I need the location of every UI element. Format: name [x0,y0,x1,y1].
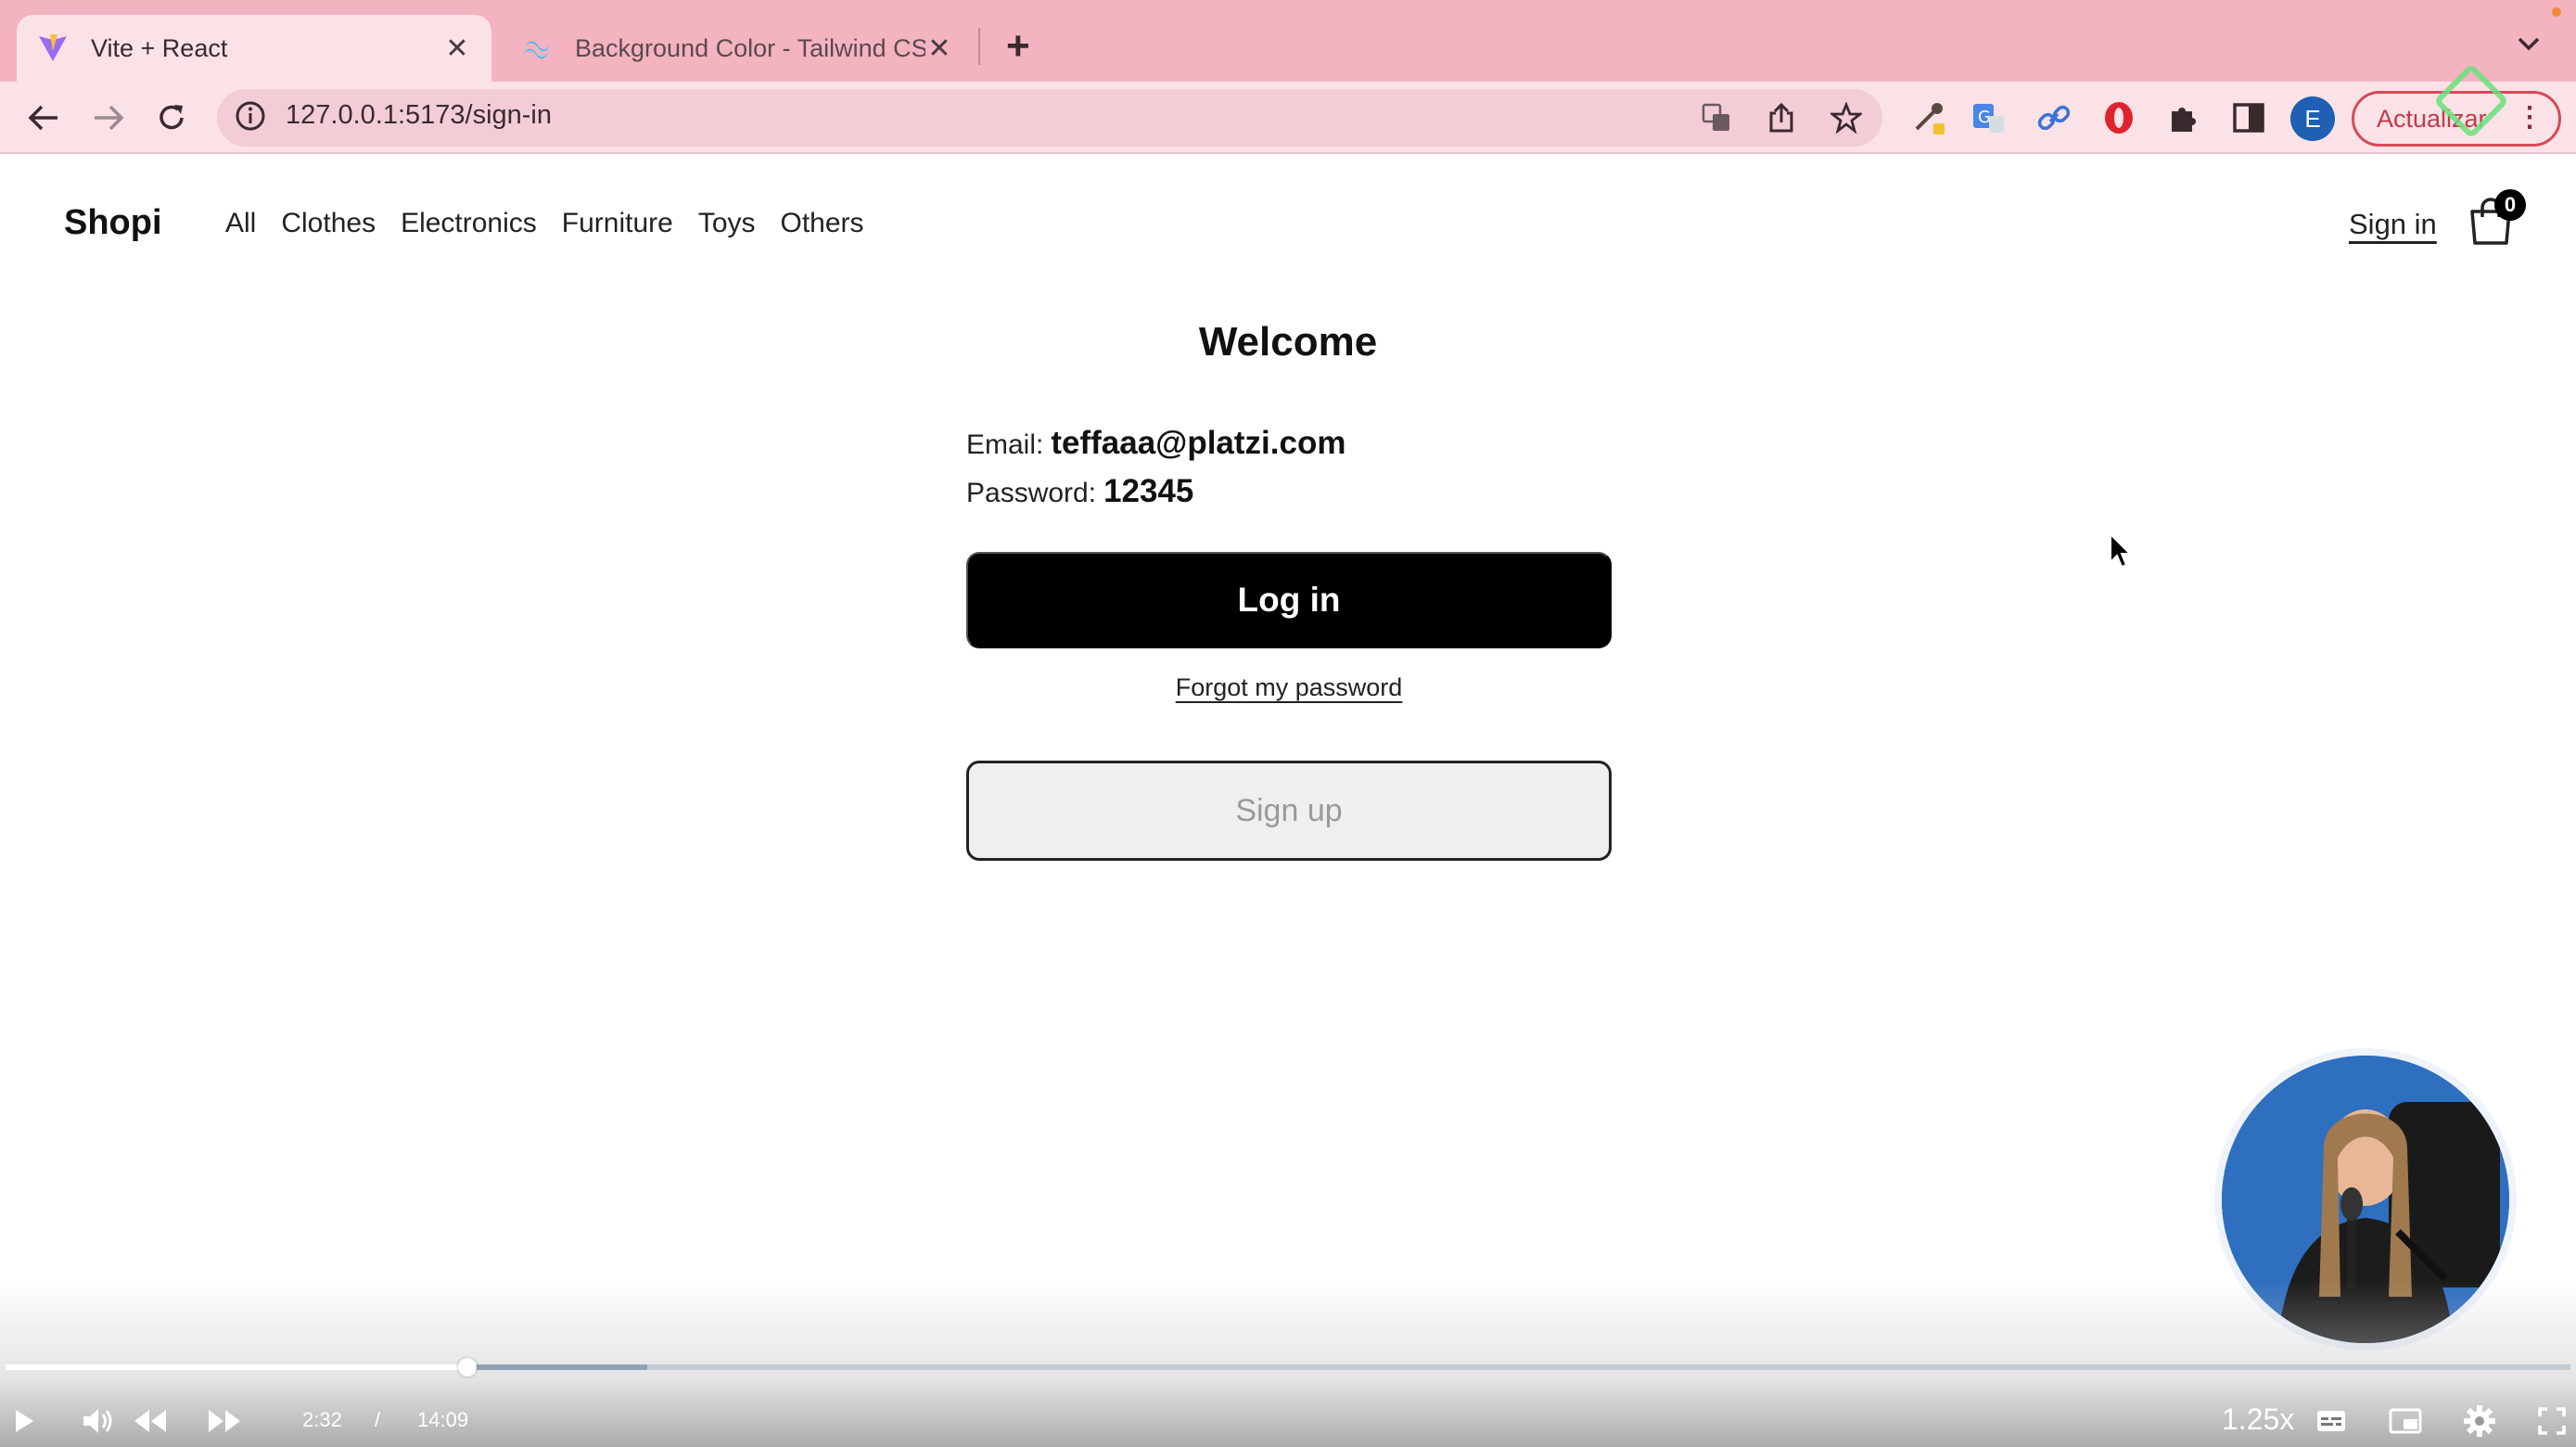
forgot-password-link[interactable]: Forgot my password [1176,673,1403,701]
back-arrow-icon[interactable] [22,96,65,139]
bookmark-star-icon[interactable] [1827,98,1866,137]
picture-in-picture-icon[interactable] [2385,1401,2426,1441]
new-tab-plus-icon[interactable]: + [1006,22,1030,70]
nav-link-others[interactable]: Others [781,208,864,239]
category-nav: All Clothes Electronics Furniture Toys O… [225,208,864,239]
mouse-cursor-icon [2109,531,2133,570]
nav-link-all[interactable]: All [225,208,256,239]
tab-search-chevron-icon[interactable] [2517,28,2541,58]
shopi-logo[interactable]: Shopi [64,203,162,243]
password-row: Password: 12345 [966,473,1193,510]
tab-title: Background Color - Tailwind CSS [575,33,925,62]
rewind-icon[interactable] [130,1401,171,1441]
link-extension-icon[interactable] [2033,96,2075,139]
password-label: Password: [966,478,1097,508]
tailwind-favicon-icon [521,32,553,64]
share-icon[interactable] [1762,98,1801,137]
tab-divider [978,28,980,65]
eyedropper-extension-icon[interactable] [1908,96,1951,139]
cart-count-badge: 0 [2494,189,2526,221]
fullscreen-icon[interactable] [2531,1401,2572,1441]
video-controls-background [0,1280,2576,1447]
video-duration: 14:09 [417,1408,469,1431]
site-info-icon[interactable] [234,99,271,136]
close-tab-icon[interactable]: ✕ [443,32,471,65]
profile-avatar[interactable]: E [2290,96,2335,141]
current-time: 2:32 [302,1408,342,1431]
time-separator: / [375,1408,381,1431]
fast-forward-icon[interactable] [204,1401,245,1441]
url-text[interactable]: 127.0.0.1:5173/sign-in [286,100,552,131]
reload-icon[interactable] [150,96,193,139]
svg-text:G: G [1978,108,1991,127]
video-played-bar [6,1364,467,1370]
translate-icon[interactable] [1697,98,1736,137]
nav-link-electronics[interactable]: Electronics [401,208,537,239]
playback-speed[interactable]: 1.25x [2222,1402,2294,1437]
notification-dot [2552,7,2561,17]
play-icon[interactable] [4,1401,45,1441]
vite-favicon-icon [37,32,69,64]
google-translate-extension-icon[interactable]: G [1968,96,2010,139]
tab-title: Vite + React [91,33,228,62]
sign-up-button[interactable]: Sign up [966,761,1612,861]
email-label: Email: [966,429,1044,460]
opera-extension-icon[interactable] [2098,96,2140,139]
forward-arrow-icon[interactable] [87,96,130,139]
browser-menu-icon[interactable]: ⋮ [2516,101,2544,134]
email-row: Email: teffaaa@platzi.com [966,425,1345,462]
password-value: 12345 [1103,473,1194,509]
browser-tab-vite-react[interactable]: Vite + React ✕ [17,15,491,82]
settings-gear-icon[interactable] [2459,1401,2500,1441]
nav-link-clothes[interactable]: Clothes [281,208,376,239]
nav-link-furniture[interactable]: Furniture [562,208,673,239]
nav-link-toys[interactable]: Toys [698,208,756,239]
extensions-puzzle-icon[interactable] [2162,96,2205,139]
browser-tab-tailwind[interactable]: Background Color - Tailwind CSS ✕ [501,15,974,82]
side-panel-icon[interactable] [2227,96,2270,139]
sign-in-link[interactable]: Sign in [2349,208,2437,241]
log-in-button[interactable]: Log in [966,552,1612,648]
email-value: teffaaa@platzi.com [1051,425,1346,461]
captions-icon[interactable] [2311,1401,2352,1441]
volume-icon[interactable] [78,1401,119,1441]
page-title: Welcome [1198,319,1378,365]
video-scrubber-handle[interactable] [457,1358,477,1377]
forgot-password-row: Forgot my password [966,673,1612,702]
close-tab-icon[interactable]: ✕ [925,32,953,65]
